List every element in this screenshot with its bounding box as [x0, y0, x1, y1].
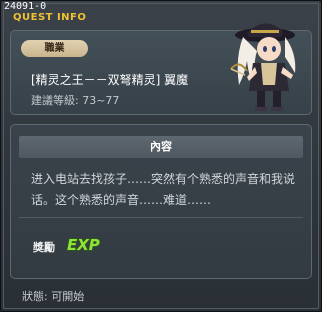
quest-description: 进入电站去找孩子……突然有个熟悉的声音和我说 话。这个熟悉的声音……难道……: [31, 169, 301, 211]
quest-description-line-1: 进入电站去找孩子……突然有个熟悉的声音和我说: [31, 172, 296, 186]
quest-id: 24091-0: [4, 1, 47, 12]
character-portrait-icon: [230, 23, 296, 111]
reward-label: 獎勵: [33, 241, 55, 254]
exp-icon: EXP: [66, 235, 100, 254]
quest-name: [精灵之王－－双弩精灵] 翼魔: [31, 73, 189, 87]
content-section-title: 內容: [19, 136, 303, 158]
job-badge: 職業: [21, 40, 88, 57]
exp-icon-text: EXP: [67, 236, 100, 254]
quest-status: 狀態: 可開始: [22, 290, 85, 303]
window-title: QUEST INFO: [13, 12, 87, 23]
quest-content-panel: 內容 进入电站去找孩子……突然有个熟悉的声音和我说 话。这个熟悉的声音……难道……: [10, 124, 312, 279]
content-divider: [19, 217, 303, 218]
recommended-level: 建議等級: 73~77: [31, 94, 120, 107]
quest-description-line-2: 话。这个熟悉的声音……难道……: [31, 193, 212, 207]
quest-info-window: 24091-0 QUEST INFO 職業 [精灵之王－－双弩精灵] 翼魔 建議…: [0, 0, 322, 312]
